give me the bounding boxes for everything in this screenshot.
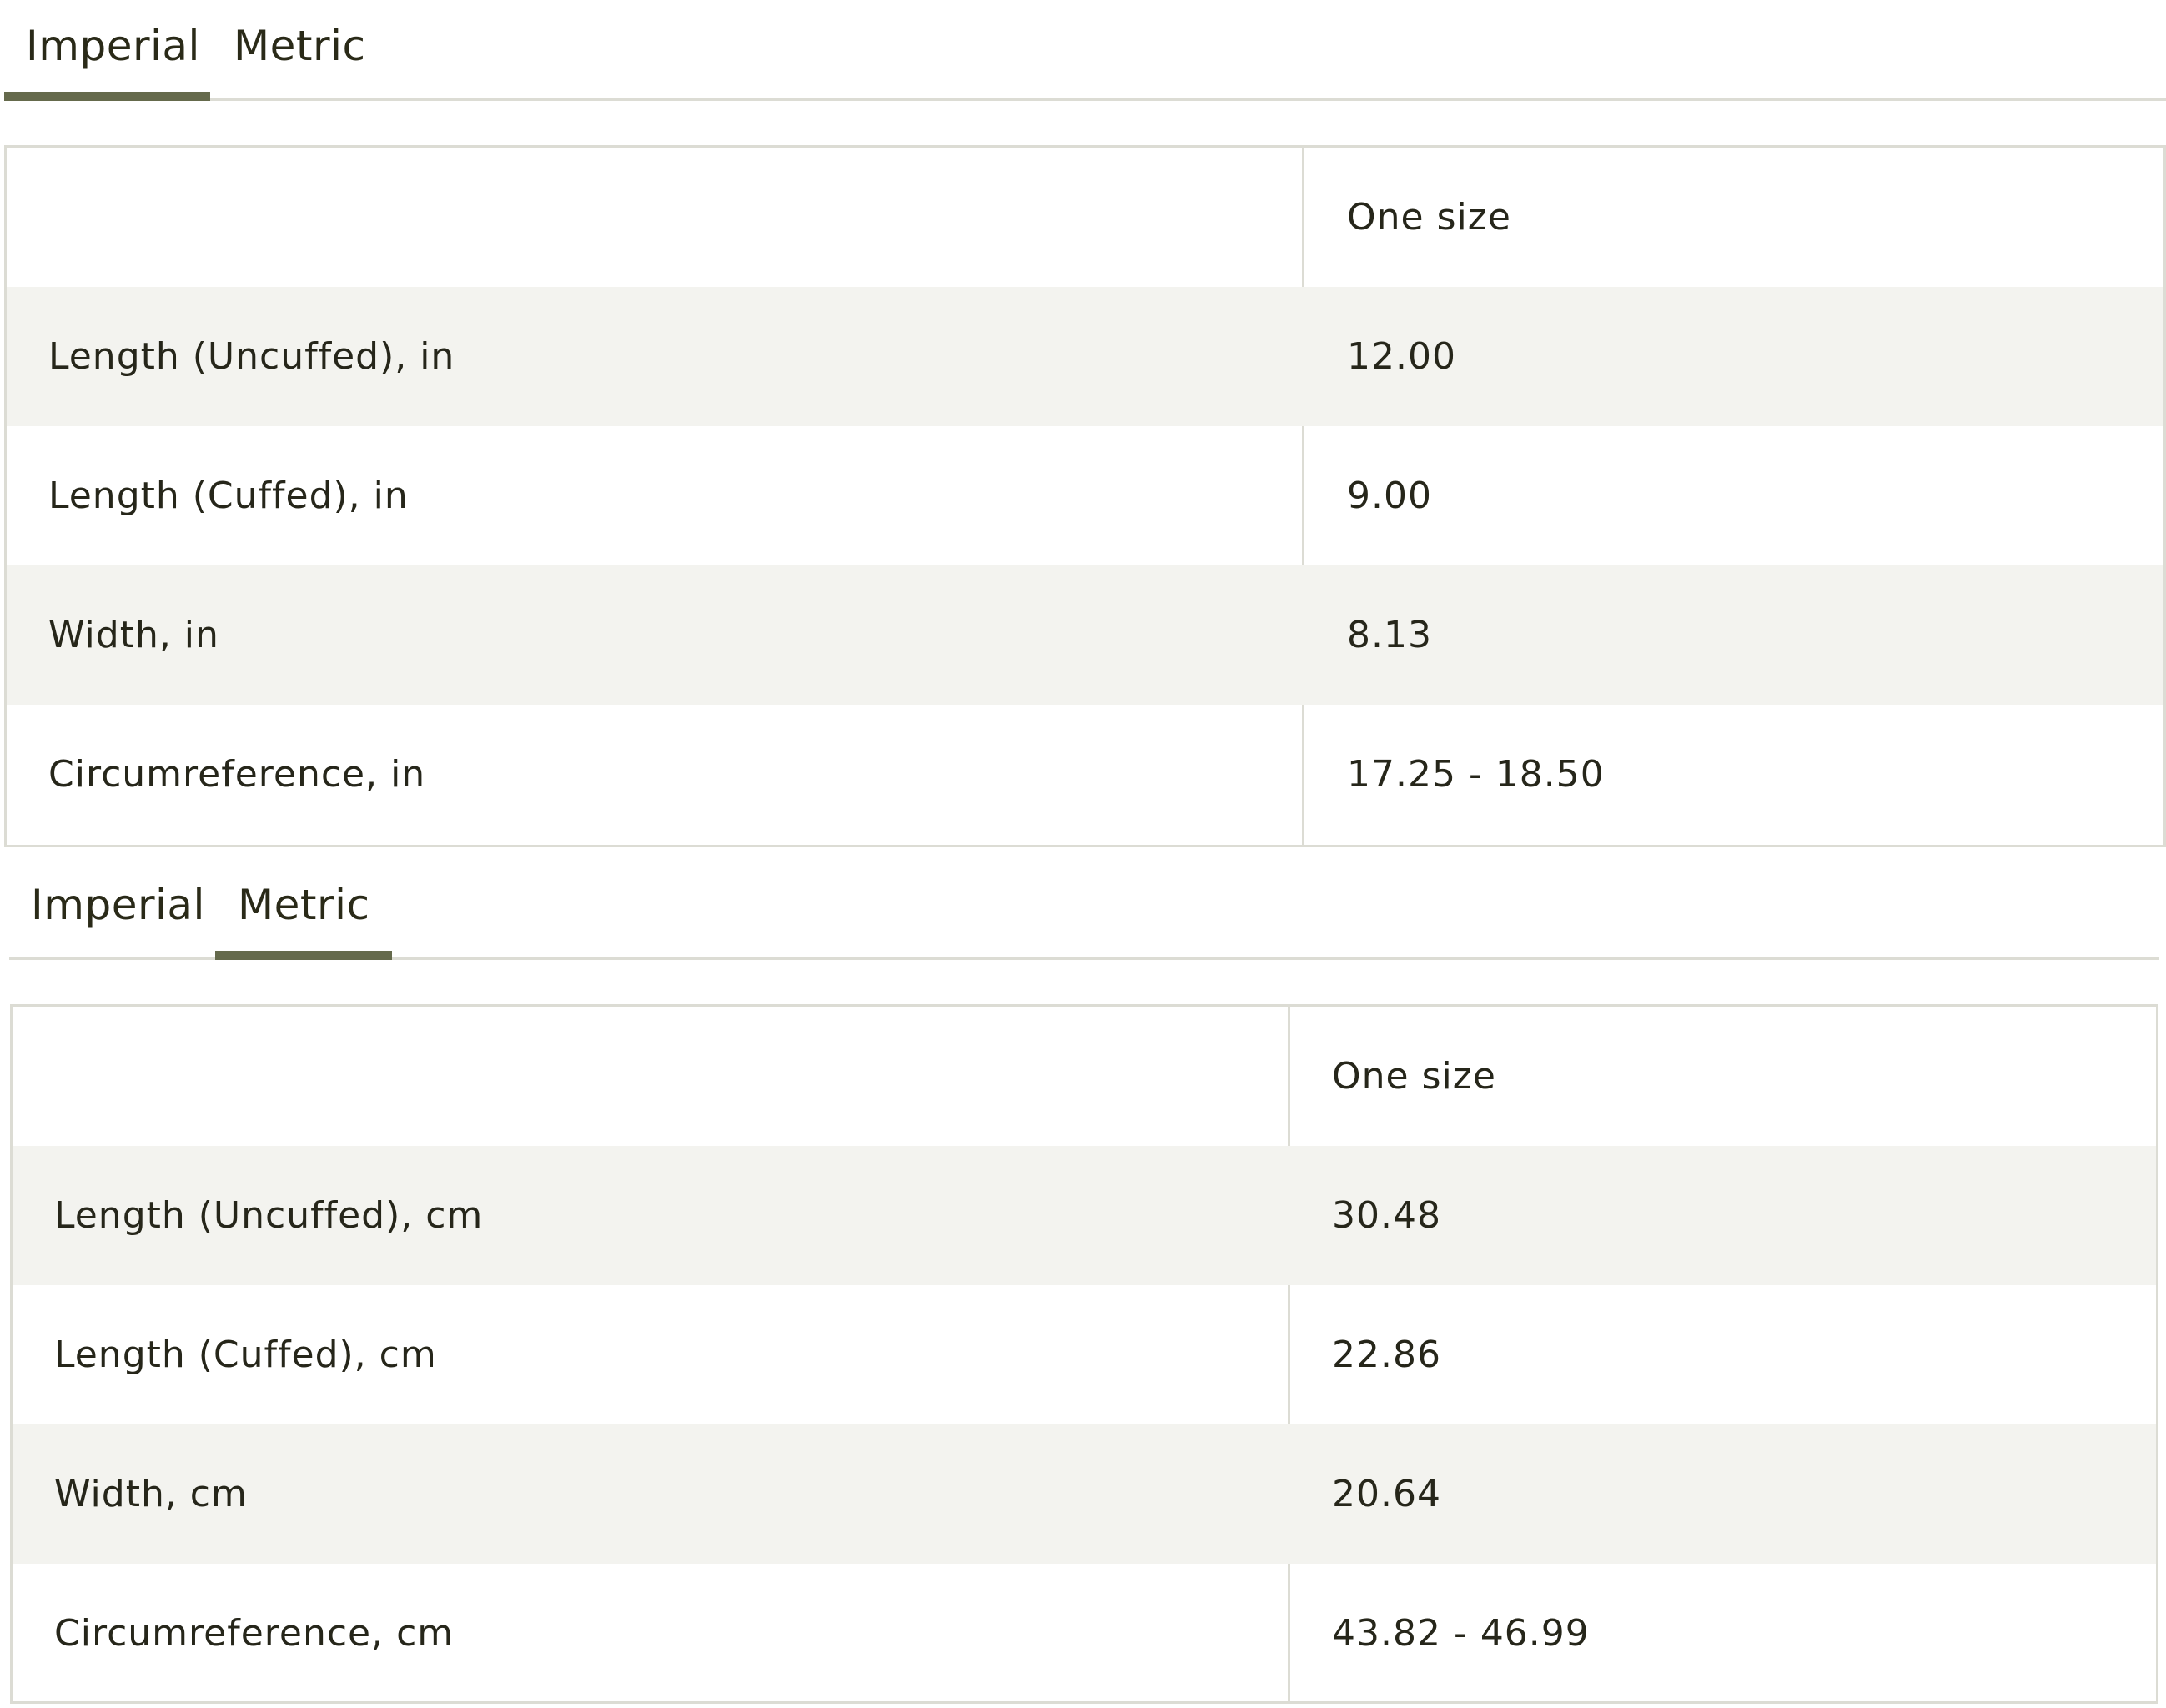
active-tab-indicator [4,92,210,101]
row-label: Width, in [48,614,219,656]
size-table: One size Length (Uncuffed), in 12.00 Len… [4,145,2166,847]
active-tab-indicator [215,951,392,960]
row-value: 43.82 - 46.99 [1332,1612,1590,1655]
unit-tab-bar: Imperial Metric [4,0,2166,101]
table-row: Length (Cuffed), in 9.00 [7,426,2163,565]
table-row: Length (Cuffed), cm 22.86 [13,1285,2156,1424]
tab-imperial[interactable]: Imperial [26,18,200,73]
unit-tab-bar: Imperial Metric [9,859,2159,960]
row-label: Length (Cuffed), in [48,475,409,517]
row-value: 17.25 - 18.50 [1347,753,1605,796]
tab-metric[interactable]: Metric [234,18,365,73]
table-row: Circumreference, in 17.25 - 18.50 [7,705,2163,844]
size-chart-panel-metric: Imperial Metric One size Length (Uncuffe… [9,859,2159,1704]
table-header-row: One size [7,148,2163,287]
row-label: Length (Uncuffed), in [48,335,455,378]
row-label: Length (Cuffed), cm [54,1334,437,1376]
header-label-cell [7,148,1304,287]
table-row: Length (Uncuffed), cm 30.48 [13,1146,2156,1285]
row-label: Circumreference, in [48,753,426,796]
row-value: 30.48 [1332,1194,1441,1237]
header-size-cell: One size [1332,1055,1496,1098]
table-row: Width, in 8.13 [7,565,2163,705]
size-table: One size Length (Uncuffed), cm 30.48 Len… [10,1004,2158,1704]
row-label: Circumreference, cm [54,1612,455,1655]
header-label-cell [13,1007,1290,1146]
row-label: Width, cm [54,1473,248,1515]
row-value: 12.00 [1347,335,1456,378]
row-value: 9.00 [1347,475,1432,517]
row-value: 8.13 [1347,614,1432,656]
row-label: Length (Uncuffed), cm [54,1194,484,1237]
table-header-row: One size [13,1007,2156,1146]
tab-metric[interactable]: Metric [238,877,369,932]
header-size-cell: One size [1347,196,1511,239]
table-row: Length (Uncuffed), in 12.00 [7,287,2163,426]
row-value: 22.86 [1332,1334,1441,1376]
row-value: 20.64 [1332,1473,1441,1515]
tab-imperial[interactable]: Imperial [31,877,205,932]
table-row: Width, cm 20.64 [13,1424,2156,1564]
size-chart-panel-imperial: Imperial Metric One size Length (Uncuffe… [4,0,2166,847]
table-row: Circumreference, cm 43.82 - 46.99 [13,1564,2156,1703]
